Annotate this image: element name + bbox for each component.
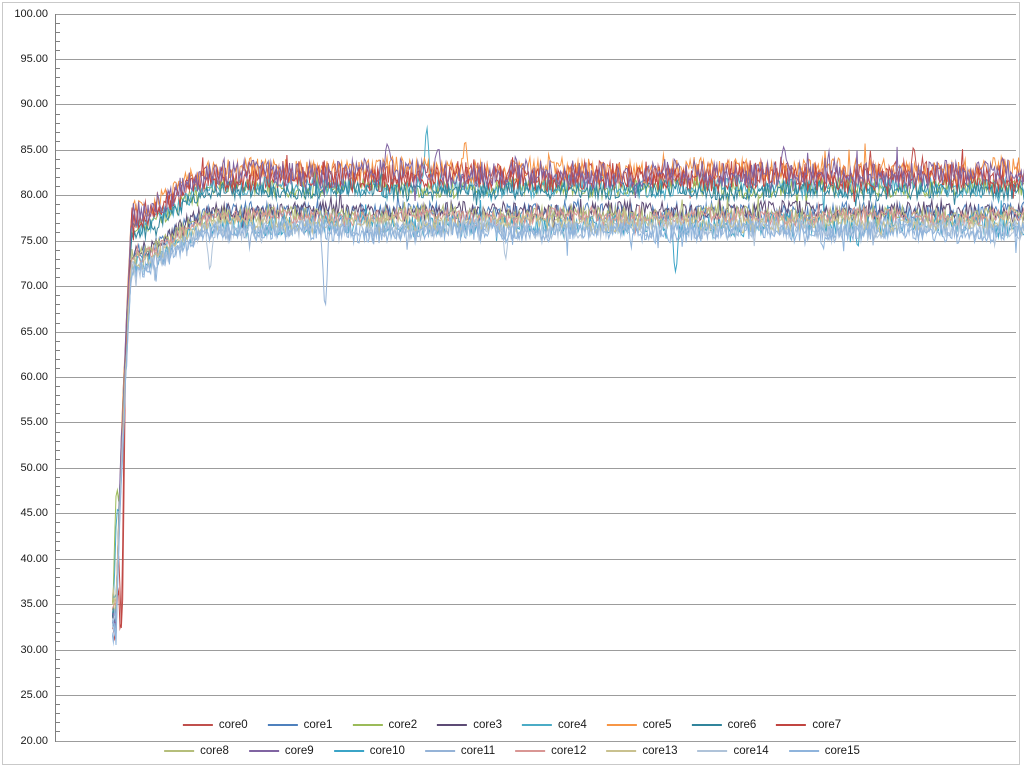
legend-label: core5 [643,718,672,732]
legend-item-core11: core11 [425,744,495,758]
legend-item-core10: core10 [334,744,405,758]
legend-swatch [776,724,806,726]
legend-label: core4 [558,718,587,732]
y-axis-label: 100.00 [0,8,48,21]
legend-label: core10 [370,744,405,758]
legend-swatch [606,750,636,752]
legend-label: core14 [734,744,769,758]
legend-swatch [334,750,364,752]
legend-label: core12 [551,744,586,758]
legend-swatch [249,750,279,752]
legend-item-core13: core13 [606,744,677,758]
legend-swatch [425,750,455,752]
legend-item-core8: core8 [164,744,229,758]
legend-item-core1: core1 [268,718,333,732]
legend-swatch [515,750,545,752]
legend-item-core0: core0 [183,718,248,732]
legend-swatch [352,724,382,726]
y-axis-label: 65.00 [0,326,48,339]
legend-label: core6 [728,718,757,732]
y-axis-label: 70.00 [0,280,48,293]
legend-item-core7: core7 [776,718,841,732]
y-axis-label: 30.00 [0,644,48,657]
legend-item-core15: core15 [789,744,860,758]
y-axis-label: 95.00 [0,53,48,66]
legend-label: core15 [825,744,860,758]
y-axis-label: 85.00 [0,144,48,157]
legend-item-core4: core4 [522,718,587,732]
legend-label: core11 [461,744,495,758]
legend-label: core9 [285,744,314,758]
legend-swatch [437,724,467,726]
legend-item-core12: core12 [515,744,586,758]
legend-swatch [698,750,728,752]
legend-label: core3 [473,718,502,732]
legend-item-core14: core14 [698,744,769,758]
legend-item-core2: core2 [352,718,417,732]
legend-row: core0 core1 core2 core3 core4 core5 core6 core7 [173,718,851,732]
legend-swatch [164,750,194,752]
y-axis-label: 55.00 [0,416,48,429]
y-axis-label: 35.00 [0,598,48,611]
y-axis-label: 90.00 [0,98,48,111]
legend-swatch [183,724,213,726]
y-axis-label: 60.00 [0,371,48,384]
legend-swatch [692,724,722,726]
y-axis-label: 40.00 [0,553,48,566]
legend-swatch [522,724,552,726]
y-axis-label: 50.00 [0,462,48,475]
legend-swatch [607,724,637,726]
legend-item-core3: core3 [437,718,502,732]
chart-page: { "ui": { "background": "#FFFFFF", "fram… [0,0,1024,769]
y-axis-label: 45.00 [0,507,48,520]
y-axis-label: 75.00 [0,235,48,248]
legend-label: core7 [812,718,841,732]
legend-label: core1 [304,718,333,732]
legend-item-core6: core6 [692,718,757,732]
legend-label: core8 [200,744,229,758]
series-lines-canvas [112,28,1024,755]
legend-swatch [789,750,819,752]
y-axis-label: 25.00 [0,689,48,702]
legend-item-core5: core5 [607,718,672,732]
legend-swatch [268,724,298,726]
y-axis-label: 20.00 [0,735,48,748]
legend-item-core9: core9 [249,744,314,758]
legend-row: core8 core9 core10 core11 core12 core13 core14… [154,744,870,758]
legend-label: core2 [388,718,417,732]
plot-area [56,14,1016,741]
y-axis-label: 80.00 [0,189,48,202]
legend-label: core13 [642,744,677,758]
legend-label: core0 [219,718,248,732]
